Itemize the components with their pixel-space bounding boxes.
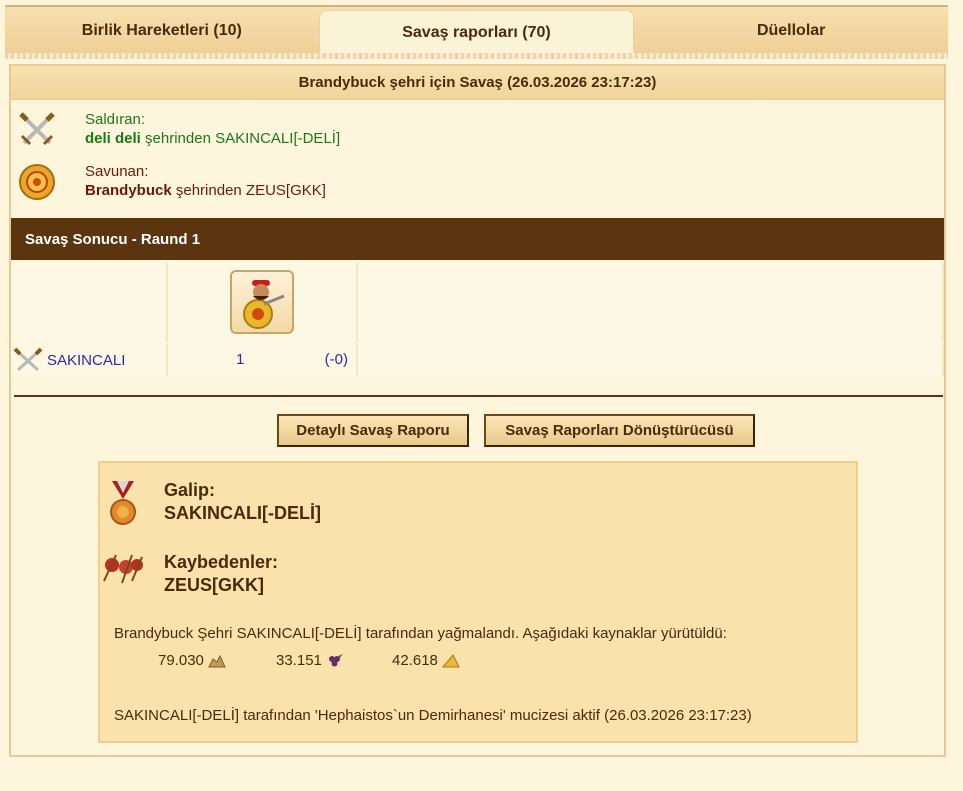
- crossed-swords-icon: [17, 110, 57, 150]
- defender-player-link[interactable]: Brandybuck: [85, 182, 172, 199]
- unit-count: 1: [236, 351, 245, 368]
- resource-list: 79.030 33.151 42.618: [158, 652, 460, 669]
- defender-city-text: şehrinden ZEUS[GKK]: [171, 182, 326, 199]
- shield-icon: [17, 162, 57, 202]
- resource-stone: 79.030: [158, 652, 276, 669]
- unit-count-row: SAKINCALI 1 (-0): [11, 344, 944, 376]
- report-converter-button[interactable]: Savaş Raporları Dönüştürücüsü: [484, 414, 755, 447]
- report-tabs: Birlik Hareketleri (10) Savaş raporları …: [5, 5, 948, 55]
- resource-food: 42.618: [392, 652, 460, 669]
- losers-label: Kaybedenler:: [164, 552, 279, 572]
- winner-name[interactable]: SAKINCALI[-DELİ]: [164, 502, 321, 524]
- tab-divider: [5, 53, 948, 59]
- crossed-swords-icon: [13, 347, 43, 373]
- battle-summary: Galip: SAKINCALI[-DELİ] Kaybedenler: ZEU…: [98, 461, 858, 743]
- warrior-portrait-icon[interactable]: [230, 270, 294, 334]
- attacker-city-text: şehrinden SAKINCALI[-DELİ]: [140, 130, 341, 147]
- attacker-info: Saldıran: deli deli şehrinden SAKINCALI[…: [17, 110, 340, 150]
- plunder-text: Brandybuck Şehri SAKINCALI[-DELİ] tarafı…: [114, 625, 727, 642]
- detailed-report-button[interactable]: Detaylı Savaş Raporu: [277, 414, 469, 447]
- stone-icon: [208, 654, 226, 668]
- unit-portrait-row: [11, 262, 944, 342]
- medal-icon: [108, 479, 138, 532]
- unit-owner-name[interactable]: SAKINCALI: [47, 352, 125, 369]
- wonder-text: SAKINCALI[-DELİ] tarafından 'Hephaistos`…: [114, 707, 752, 724]
- fallen-soldiers-icon: [102, 551, 144, 590]
- cheese-icon: [441, 653, 460, 668]
- attacker-role-label: Saldıran:: [85, 111, 146, 128]
- grape-icon: [326, 653, 344, 669]
- unit-loss: (-0): [324, 351, 348, 368]
- battle-result-header: Savaş Sonucu - Raund 1: [11, 218, 944, 260]
- divider: [14, 395, 943, 397]
- winner-label: Galip:: [164, 480, 216, 500]
- battle-report-panel: Brandybuck şehri için Savaş (26.03.2026 …: [9, 64, 946, 757]
- attacker-player-link[interactable]: deli deli: [85, 130, 141, 147]
- report-title: Brandybuck şehri için Savaş (26.03.2026 …: [11, 66, 944, 100]
- defender-role-label: Savunan:: [85, 163, 149, 180]
- tab-troop-movements[interactable]: Birlik Hareketleri (10): [5, 7, 319, 55]
- tab-duels[interactable]: Düellolar: [634, 7, 948, 55]
- resource-wine: 33.151: [276, 652, 392, 669]
- defender-info: Savunan: Brandybuck şehrinden ZEUS[GKK]: [17, 162, 326, 202]
- losers-name[interactable]: ZEUS[GKK]: [164, 574, 264, 596]
- tab-battle-reports[interactable]: Savaş raporları (70): [318, 10, 635, 55]
